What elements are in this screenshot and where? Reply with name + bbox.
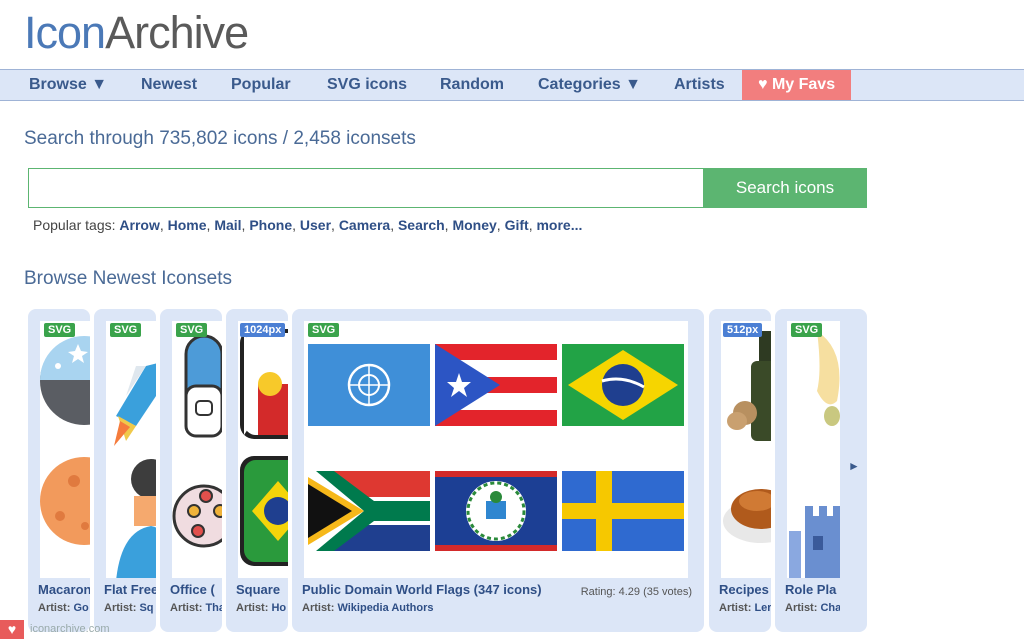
nav-random[interactable]: Random: [440, 70, 504, 100]
search-heading: Search through 735,802 icons / 2,458 ico…: [24, 128, 416, 149]
footer-badge[interactable]: ♥ iconarchive.com: [0, 620, 120, 639]
nav-artists[interactable]: Artists: [674, 70, 725, 100]
svg-badge: SVG: [308, 323, 340, 337]
sweden-flag-icon: [562, 471, 684, 551]
svg-badge: SVG: [110, 323, 142, 337]
flags-preview: [308, 344, 684, 551]
iconset-title[interactable]: Flat Free: [104, 582, 156, 597]
iconset-artist: Artist: Tha: [170, 602, 222, 614]
nav-categories[interactable]: Categories ▼: [538, 70, 641, 100]
brazil-flag-icon: [562, 344, 684, 426]
iconset-card[interactable]: 1024px Square Artist: Ho: [226, 309, 288, 632]
tag-link[interactable]: Gift: [505, 217, 529, 233]
iconset-artist: Artist: Ler: [719, 602, 771, 614]
iconset-artist: Artist: Ho: [236, 602, 287, 614]
nav-newest[interactable]: Newest: [141, 70, 197, 100]
search-button[interactable]: Search icons: [703, 168, 867, 208]
logo-archive-text: Archive: [105, 7, 249, 58]
iconset-artist: Artist: Wikipedia Authors: [302, 602, 434, 614]
iconset-title[interactable]: Square: [236, 582, 280, 597]
iconset-title[interactable]: Macaroni: [38, 582, 90, 597]
iconset-preview: [172, 321, 222, 578]
tag-link[interactable]: Mail: [214, 217, 241, 233]
un-flag-icon: [308, 344, 430, 426]
square-flag-icon: [240, 329, 288, 566]
footer-site-name: iconarchive.com: [30, 623, 110, 635]
rocket-icon: [114, 363, 156, 578]
iconset-preview: [721, 321, 771, 578]
browse-heading: Browse Newest Iconsets: [24, 268, 233, 289]
search-input[interactable]: [28, 168, 704, 208]
iconset-card-featured[interactable]: SVG Public Domain World Flags (347 icons…: [292, 309, 704, 632]
carousel-next-button[interactable]: ►: [840, 309, 867, 632]
resolution-badge: 512px: [723, 323, 763, 337]
iconset-preview: [40, 321, 90, 578]
tag-link[interactable]: Search: [398, 217, 445, 233]
iconset-preview: [304, 321, 688, 578]
iconset-card[interactable]: SVG Macaroni Artist: Go: [28, 309, 90, 632]
popular-tags-label: Popular tags:: [33, 217, 116, 233]
tag-link[interactable]: Money: [452, 217, 496, 233]
heart-icon: ♥: [0, 620, 24, 639]
resolution-badge: 1024px: [240, 323, 286, 337]
planet-icon: [40, 336, 90, 545]
nav-my-favs[interactable]: ♥ My Favs: [742, 70, 852, 100]
iconset-artist: Artist: Cha: [785, 602, 840, 614]
tag-link[interactable]: Home: [168, 217, 207, 233]
popular-tags: Popular tags: Arrow, Home, Mail, Phone, …: [33, 217, 583, 233]
svg-badge: SVG: [791, 323, 823, 337]
chevron-right-icon: ►: [848, 459, 860, 473]
iconset-card[interactable]: SVG Office ( Artist: Tha: [160, 309, 222, 632]
iconset-title[interactable]: Public Domain World Flags (347 icons): [302, 582, 542, 597]
iconset-title[interactable]: Office (: [170, 582, 215, 597]
tag-link[interactable]: User: [300, 217, 331, 233]
site-logo[interactable]: IconArchive: [24, 7, 249, 58]
iconset-preview: [787, 321, 840, 578]
logo-icon-text: Icon: [24, 7, 106, 58]
nav-popular[interactable]: Popular: [231, 70, 291, 100]
svg-badge: SVG: [176, 323, 208, 337]
puerto-rico-flag-icon: [435, 344, 557, 426]
south-africa-flag-icon: [308, 471, 430, 551]
iconset-preview: [106, 321, 156, 578]
iconset-artist: Artist: Sq: [104, 602, 154, 614]
nav-browse[interactable]: Browse ▼: [29, 70, 107, 100]
svg-badge: SVG: [44, 323, 76, 337]
tag-link[interactable]: Arrow: [119, 217, 159, 233]
tag-link[interactable]: Camera: [339, 217, 390, 233]
iconset-card[interactable]: SVG Flat Free Artist: Sq: [94, 309, 156, 632]
iconset-preview: [238, 321, 288, 578]
iconset-title[interactable]: Recipes: [719, 582, 769, 597]
belize-flag-icon: [435, 471, 557, 551]
iconset-artist: Artist: Go: [38, 602, 89, 614]
iconset-card[interactable]: SVG Role Pla Artist: Cha: [775, 309, 840, 632]
office-icon: [172, 334, 222, 548]
iconset-rating: Rating: 4.29 (35 votes): [580, 586, 692, 598]
recipe-icon: [723, 331, 771, 543]
role-play-icon: [789, 331, 840, 578]
tag-link[interactable]: Phone: [249, 217, 292, 233]
iconset-card[interactable]: 512px Recipes Artist: Ler: [709, 309, 771, 632]
main-nav: Browse ▼ Newest Popular SVG icons Random…: [0, 69, 1024, 101]
iconset-title[interactable]: Role Pla: [785, 582, 836, 597]
nav-svg-icons[interactable]: SVG icons: [327, 70, 407, 100]
tag-more-link[interactable]: more...: [536, 217, 582, 233]
